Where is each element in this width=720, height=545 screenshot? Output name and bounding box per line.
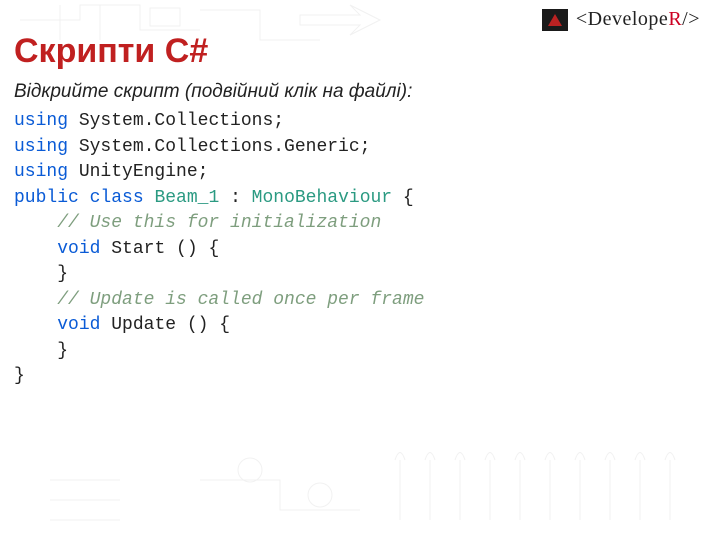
code-line: } [14,262,706,288]
code-line: // Use this for initialization [14,211,706,237]
logo-icon [542,9,568,31]
brand-header: <DevelopeR/> [542,8,700,31]
code-line: public class Beam_1 : MonoBehaviour { [14,186,706,212]
code-line: } [14,364,706,390]
instruction-text: Відкрийте скрипт (подвійний клік на файл… [14,81,706,103]
code-line: void Update () { [14,313,706,339]
brand-text: <DevelopeR/> [576,8,700,31]
code-line: void Start () { [14,237,706,263]
code-line: using UnityEngine; [14,160,706,186]
code-line: } [14,339,706,365]
slide-content: Скрипти C# Відкрийте скрипт (подвійний к… [0,0,720,390]
code-line: // Update is called once per frame [14,288,706,314]
code-line: using System.Collections.Generic; [14,135,706,161]
code-line: using System.Collections; [14,109,706,135]
code-block: using System.Collections;using System.Co… [14,109,706,390]
slide-title: Скрипти C# [14,32,706,71]
